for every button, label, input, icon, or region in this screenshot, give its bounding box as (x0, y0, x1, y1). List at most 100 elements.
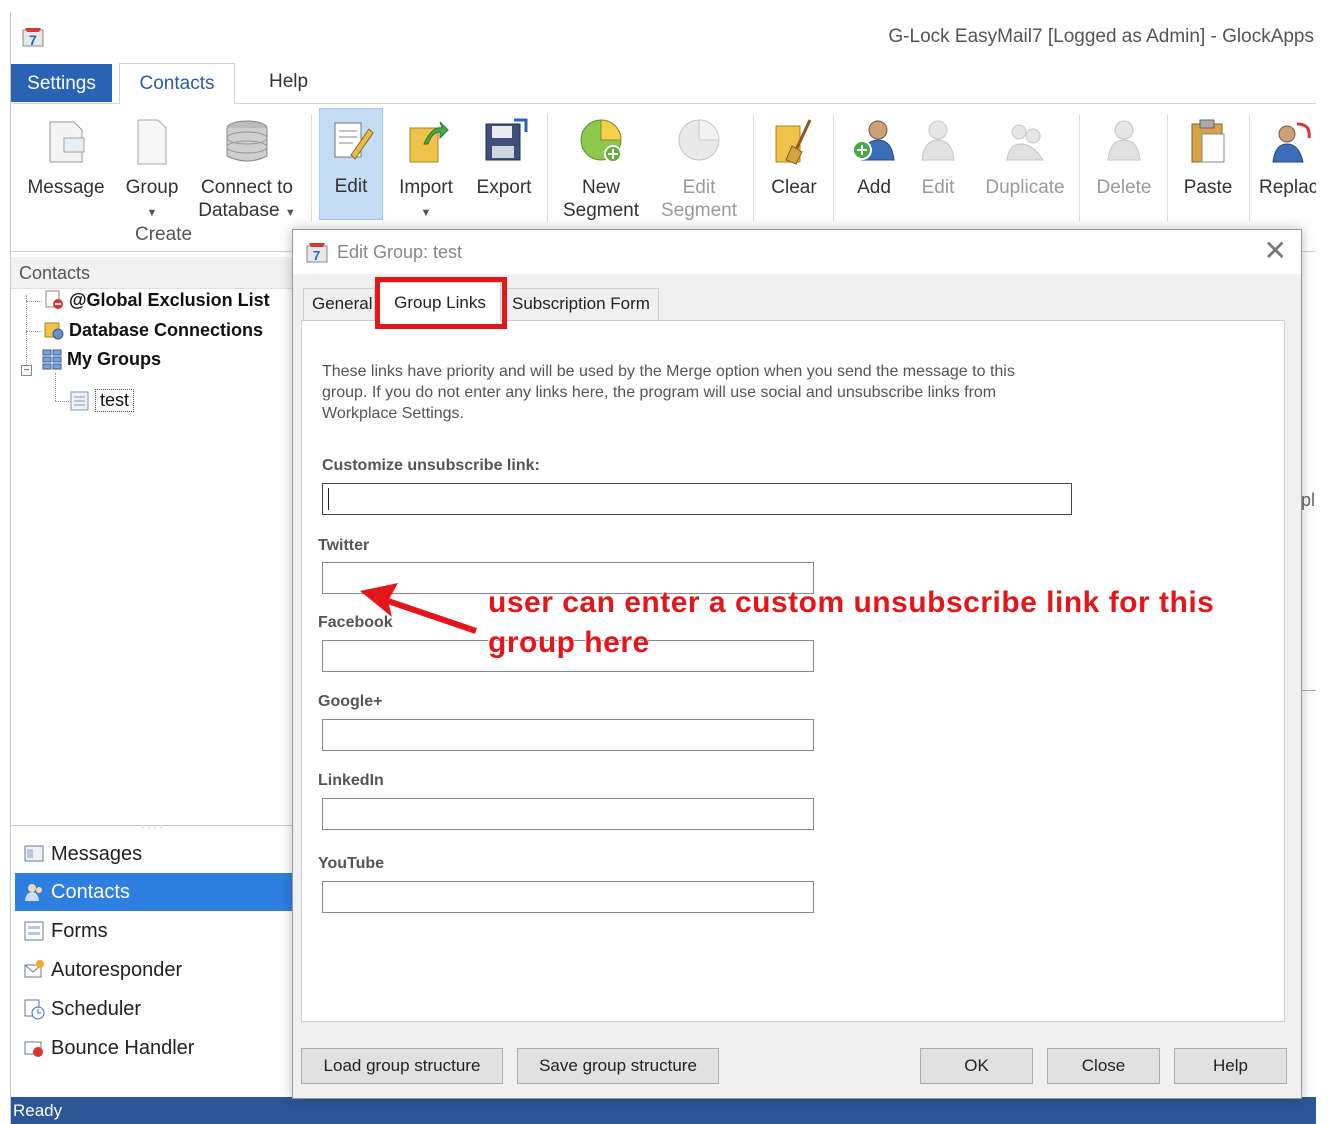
nav-label: Scheduler (51, 998, 142, 1020)
tree-connector (26, 295, 27, 373)
google-plus-label: Google+ (318, 693, 383, 710)
edit-group-dialog: 7 Edit Group: test ✕ General Group Links… (292, 229, 1302, 1099)
message-icon (49, 121, 85, 163)
edit-label: Edit (334, 176, 368, 197)
paste-button[interactable]: Paste (1175, 110, 1241, 199)
tree-item-global-exclusion[interactable]: @Global Exclusion List (43, 289, 270, 311)
youtube-input[interactable] (322, 881, 814, 913)
tree-connector (26, 301, 42, 302)
tab-general[interactable]: General (303, 288, 375, 320)
close-button[interactable]: Close (1047, 1048, 1160, 1084)
tree-label: Database Connections (69, 319, 264, 340)
tree-item-database-connections[interactable]: Database Connections (43, 319, 263, 341)
new-segment-pie-icon (580, 119, 622, 163)
export-button[interactable]: Export (469, 110, 539, 199)
nav-bounce-handler[interactable]: Bounce Handler (15, 1029, 293, 1067)
tab-contacts[interactable]: Contacts (119, 63, 235, 105)
nav-forms[interactable]: Forms (15, 912, 293, 950)
duplicate-button[interactable]: Duplicate (977, 110, 1073, 199)
paste-label: Paste (1183, 177, 1233, 198)
twitter-label: Twitter (318, 537, 370, 554)
nav-scheduler[interactable]: Scheduler (15, 990, 293, 1028)
export-label: Export (476, 177, 532, 198)
delete-user-icon (1107, 120, 1141, 161)
ribbon-separator (547, 114, 548, 222)
broom-icon (775, 119, 812, 165)
import-button[interactable]: Import ▼ (393, 110, 459, 225)
autoresponder-icon (24, 960, 44, 978)
chevron-down-icon: ▼ (284, 207, 296, 219)
edit-contact-label: Edit (921, 177, 955, 198)
ribbon-separator (311, 114, 312, 222)
new-message-button[interactable]: Message (21, 110, 111, 199)
ribbon-separator (1079, 114, 1080, 222)
left-panel: Contacts @Global Exclusion List Database… (11, 253, 293, 1105)
ribbon-separator (1249, 114, 1250, 222)
ribbon-separator (753, 114, 754, 222)
new-segment-label-line2: Segment (562, 200, 640, 221)
chevron-down-icon: ▼ (146, 207, 158, 219)
nav-contacts[interactable]: Contacts (15, 873, 293, 911)
close-icon[interactable]: ✕ (1264, 236, 1287, 266)
tree-item-my-groups[interactable]: My Groups (41, 348, 161, 370)
replace-label: Replac (1259, 177, 1316, 198)
forms-icon (24, 921, 44, 941)
ribbon-separator (833, 114, 834, 222)
clear-label: Clear (771, 177, 817, 198)
tab-help[interactable]: Help (251, 62, 326, 104)
clear-button[interactable]: Clear (763, 110, 825, 199)
tree-label: test (95, 389, 135, 412)
import-label: Import (399, 177, 453, 198)
nav-label: Bounce Handler (51, 1037, 195, 1059)
nav-autoresponder[interactable]: Autoresponder (15, 951, 293, 989)
tree-label: My Groups (67, 348, 162, 369)
nav-label: Autoresponder (51, 959, 183, 981)
add-contact-button[interactable]: Add (843, 110, 905, 199)
replace-users-icon (1272, 122, 1311, 163)
dialog-title: Edit Group: test (337, 242, 463, 262)
dialog-title-bar: 7 Edit Group: test ✕ (293, 230, 1301, 274)
replace-button[interactable]: Replac (1259, 110, 1316, 199)
background-divider (1301, 690, 1316, 691)
edit-segment-button[interactable]: Edit Segment (657, 110, 741, 222)
new-segment-button[interactable]: New Segment (559, 110, 643, 222)
bounce-handler-icon (24, 1041, 43, 1057)
delete-label: Delete (1096, 177, 1152, 198)
new-group-button[interactable]: Group ▼ (119, 110, 185, 225)
ok-button[interactable]: OK (920, 1048, 1033, 1084)
linkedin-label: LinkedIn (318, 772, 384, 789)
edit-group-button[interactable]: Edit (319, 108, 383, 220)
edit-contact-button[interactable]: Edit (911, 110, 965, 199)
groups-icon (42, 349, 62, 370)
save-group-structure-button[interactable]: Save group structure (517, 1048, 719, 1084)
clipboard-icon (1191, 119, 1225, 163)
tab-settings[interactable]: Settings (11, 64, 112, 102)
google-plus-input[interactable] (322, 719, 814, 751)
messages-icon (24, 845, 44, 862)
load-group-structure-button[interactable]: Load group structure (301, 1048, 503, 1084)
connect-database-button[interactable]: Connect to Database ▼ (197, 110, 297, 225)
group-label: Group (125, 177, 179, 198)
tree-collapse-toggle[interactable]: − (21, 365, 32, 376)
tree-item-test[interactable]: test (69, 389, 135, 412)
unsubscribe-link-input[interactable] (322, 483, 1072, 515)
tab-subscription-form[interactable]: Subscription Form (503, 288, 659, 320)
help-button[interactable]: Help (1174, 1048, 1287, 1084)
duplicate-users-icon (1006, 124, 1044, 161)
youtube-label: YouTube (318, 855, 385, 872)
tree-connector (55, 373, 56, 401)
delete-button[interactable]: Delete (1089, 110, 1159, 199)
group-list-icon (70, 391, 89, 410)
connect-label-line1: Connect to (201, 177, 293, 198)
nav-label: Contacts (51, 881, 130, 903)
group-links-page: These links have priority and will be us… (301, 320, 1285, 1022)
background-text-fragment: pl (1301, 490, 1316, 510)
panel-splitter[interactable]: · · · · (11, 823, 293, 833)
nav-messages[interactable]: Messages (15, 835, 293, 873)
unsubscribe-link-label: Customize unsubscribe link: (322, 457, 540, 474)
window-title: G-Lock EasyMail7 [Logged as Admin] - Glo… (888, 26, 1314, 47)
ribbon-tab-bar: Settings Contacts Help (11, 62, 1316, 105)
tab-group-links[interactable]: Group Links (379, 282, 501, 322)
ribbon-group-create: Create (135, 224, 193, 245)
linkedin-input[interactable] (322, 798, 814, 830)
